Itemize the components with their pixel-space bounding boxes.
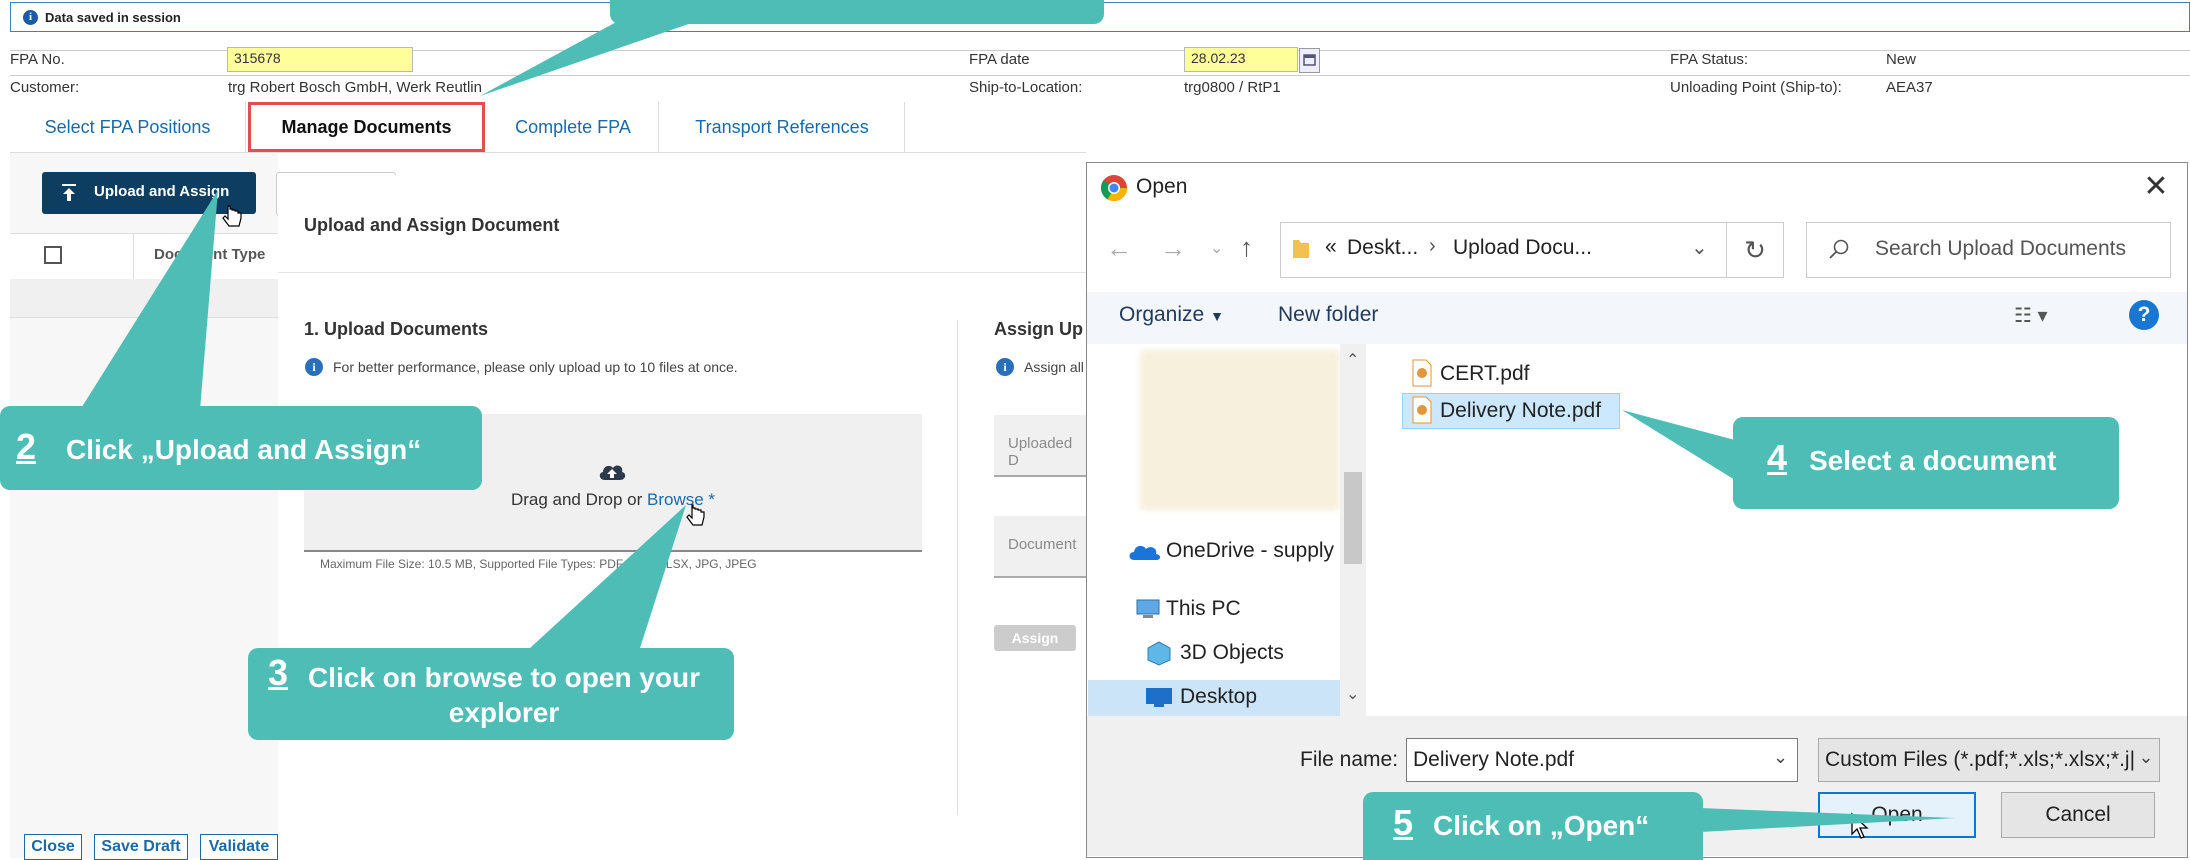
callout-step-4: 4 Select a document: [1733, 417, 2119, 509]
callout-step-5: 5 Click on „Open“: [1363, 792, 1703, 860]
callout-step-3: 3 Click on browse to open your explorer: [248, 648, 734, 740]
callout-step-2: 2 Click „Upload and Assign“: [0, 406, 482, 490]
